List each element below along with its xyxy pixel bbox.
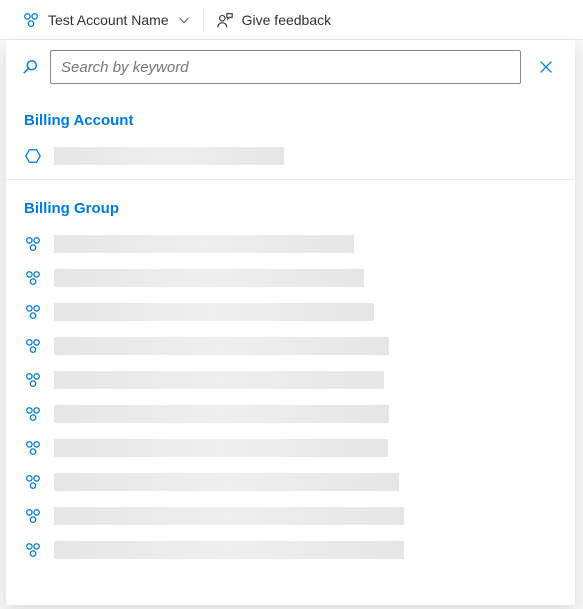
item-label — [54, 507, 404, 525]
item-label — [54, 269, 364, 287]
group-icon — [24, 235, 42, 253]
item-label — [54, 371, 384, 389]
feedback-label: Give feedback — [242, 12, 332, 28]
list-item[interactable] — [6, 139, 575, 173]
item-label — [54, 235, 354, 253]
group-icon — [24, 541, 42, 559]
group-icon — [22, 11, 40, 29]
search-row — [6, 40, 575, 94]
chevron-down-icon — [177, 13, 191, 27]
hexagon-icon — [24, 147, 42, 165]
group-icon — [24, 405, 42, 423]
give-feedback-button[interactable]: Give feedback — [204, 0, 344, 39]
group-icon — [24, 473, 42, 491]
item-label — [54, 439, 388, 457]
list-item[interactable] — [6, 499, 575, 533]
section-header: Billing Account — [6, 98, 575, 139]
group-icon — [24, 269, 42, 287]
item-label — [54, 337, 389, 355]
group-icon — [24, 507, 42, 525]
scope-list[interactable]: Billing Account Billing Group — [6, 94, 575, 605]
person-feedback-icon — [216, 11, 234, 29]
item-label — [54, 541, 404, 559]
list-item[interactable] — [6, 533, 575, 567]
item-label — [54, 147, 284, 165]
divider — [6, 179, 575, 180]
list-item[interactable] — [6, 261, 575, 295]
list-item[interactable] — [6, 465, 575, 499]
search-icon — [18, 58, 42, 76]
close-button[interactable] — [529, 50, 563, 84]
list-item[interactable] — [6, 397, 575, 431]
header-bar: Test Account Name Give feedback — [0, 0, 583, 40]
list-item[interactable] — [6, 295, 575, 329]
item-label — [54, 405, 389, 423]
account-label: Test Account Name — [48, 12, 169, 28]
list-item[interactable] — [6, 329, 575, 363]
account-scope-selector[interactable]: Test Account Name — [10, 0, 203, 39]
list-item[interactable] — [6, 363, 575, 397]
group-icon — [24, 371, 42, 389]
group-icon — [24, 337, 42, 355]
item-label — [54, 473, 399, 491]
close-icon — [537, 58, 555, 76]
search-input[interactable] — [50, 50, 521, 84]
group-icon — [24, 303, 42, 321]
group-icon — [24, 439, 42, 457]
list-item[interactable] — [6, 431, 575, 465]
list-item[interactable] — [6, 227, 575, 261]
section-header: Billing Group — [6, 186, 575, 227]
scope-dropdown-panel: Billing Account Billing Group — [6, 40, 575, 605]
item-label — [54, 303, 374, 321]
